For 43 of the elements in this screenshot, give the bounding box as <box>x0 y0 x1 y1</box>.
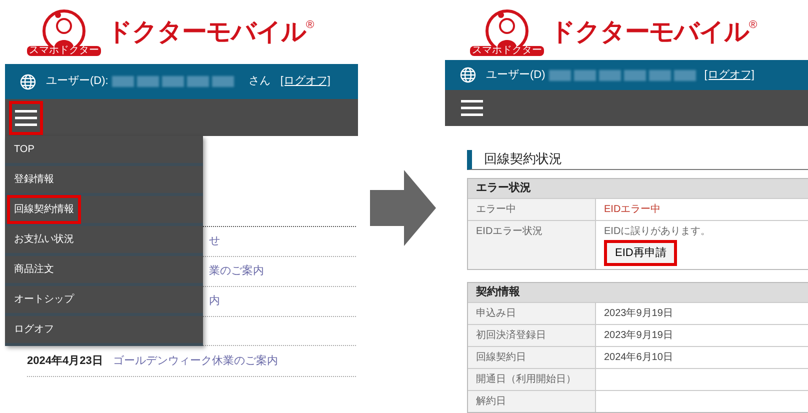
menu-icon <box>15 110 37 126</box>
menu-item[interactable]: 登録情報 <box>7 165 61 194</box>
arrow-icon <box>370 170 436 246</box>
table-cell: 開通日（利用開始日） <box>468 369 596 390</box>
menu-icon <box>461 100 483 116</box>
table-cell: EIDエラー状況 <box>468 220 596 269</box>
menu-item[interactable]: お支払い状況 <box>7 225 81 254</box>
table-heading: エラー状況 <box>468 178 808 198</box>
user-label: ユーザー(D): <box>46 74 108 90</box>
table-heading: 契約情報 <box>468 283 808 302</box>
user-label: ユーザー(D) <box>486 68 546 84</box>
menu-button[interactable] <box>9 100 43 134</box>
news-date: 2024年4月23日 <box>27 354 103 369</box>
table-cell-text: 2024年6月10日 <box>604 351 673 365</box>
table-cell-text: EIDエラー中 <box>604 202 661 216</box>
registered-mark: ® <box>306 20 314 30</box>
logoff-link[interactable]: [ログオフ] <box>280 73 330 90</box>
logoff-link[interactable]: [ログオフ] <box>704 67 754 84</box>
table-cell: エラー中 <box>468 198 596 220</box>
table-cell-text: 2023年9月19日 <box>604 307 673 321</box>
menu-item[interactable]: 商品注文 <box>7 255 61 284</box>
section-title: 回線契約状況 <box>484 150 562 168</box>
table-cell-text: EIDに誤りがあります。 <box>604 224 711 238</box>
brand-wordmark: ドクターモバイル <box>550 20 749 45</box>
table-cell: 解約日 <box>468 391 596 412</box>
menu-item[interactable]: TOP <box>7 135 42 164</box>
globe-icon <box>460 67 476 84</box>
brand-wordmark: ドクターモバイル <box>107 20 306 44</box>
table-cell: 回線契約日 <box>468 347 596 368</box>
table-cell-text: 2023年9月19日 <box>604 329 673 343</box>
table-cell: 申込み日 <box>468 303 596 324</box>
news-link[interactable]: 業のご案内 <box>209 263 264 280</box>
news-link[interactable]: せ <box>209 233 220 250</box>
news-link[interactable]: ゴールデンウィーク休業のご案内 <box>112 352 278 370</box>
reapply-button[interactable]: EID再申請 <box>604 240 678 266</box>
user-suffix: さん <box>248 74 270 90</box>
menu-item[interactable]: ログオフ <box>7 315 61 344</box>
registered-mark: ® <box>749 20 758 31</box>
menu-item[interactable]: 回線契約情報 <box>7 195 81 224</box>
table-cell: 初回決済登録日 <box>468 325 596 346</box>
globe-icon <box>20 74 36 90</box>
news-link[interactable]: 内 <box>209 293 220 310</box>
menu-item[interactable]: オートシップ <box>7 285 81 314</box>
